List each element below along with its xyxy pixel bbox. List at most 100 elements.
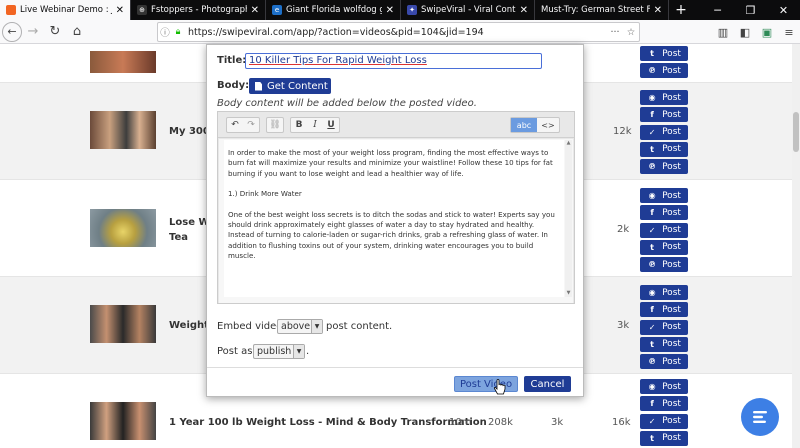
facebook-post-button[interactable]: f Post [640,302,688,318]
browser-tab[interactable]: ⊕ Fstoppers - Photography Ne ✕ [131,0,266,20]
italic-icon[interactable]: I [307,118,323,132]
underline-icon[interactable]: U [323,118,339,132]
close-window-icon[interactable]: ✕ [767,0,800,20]
hand-cursor-icon [493,379,506,395]
twitter-post-button[interactable]: ✓ Post [640,413,688,429]
info-icon[interactable]: ⓘ [158,25,172,39]
format-group: B I U [290,117,340,133]
back-button[interactable]: ← [2,21,22,42]
post-video-button[interactable]: Post Video [454,376,518,392]
editor-canvas: In order to make the most of your weight… [219,139,573,303]
twitter-post-button[interactable]: ✓ Post [640,319,688,335]
chat-widget-button[interactable] [741,398,779,436]
twitter-post-button[interactable]: ✓ Post [640,124,688,140]
views-count: 10m [449,417,472,428]
browser-tab[interactable]: Must-Try: German Street Food! ✕ [535,0,669,20]
title-label: Title: [217,55,247,66]
video-thumbnail[interactable] [90,209,156,247]
sidebar-icon[interactable]: ◧ [734,21,756,43]
video-thumbnail[interactable] [90,402,156,440]
video-thumbnail[interactable] [90,305,156,343]
pinterest-post-button[interactable]: ℗ Post [640,63,688,79]
html-mode-button[interactable]: <> [537,118,559,132]
document-icon [255,81,262,91]
twitter-post-button[interactable]: ✓ Post [640,222,688,238]
redo-icon[interactable]: ↷ [243,118,259,132]
bookmark-star-icon[interactable]: ☆ [623,27,639,38]
video-title[interactable]: 1 Year 100 lb Weight Loss - Mind & Body … [169,417,487,428]
tumblr-post-button[interactable]: t Post [640,239,688,255]
forward-button[interactable]: → [22,21,44,43]
post-video-dialog: Title: 10 Killer Tips For Rapid Weight L… [206,44,584,397]
rss-post-button[interactable]: ◉ Post [640,379,688,394]
tumblr-post-button[interactable]: t Post [640,46,688,61]
shares-count: 16k [612,417,631,428]
share-buttons: ◉ Post f Post ✓ Post t Post ℗ Post [640,90,688,176]
editor-scrollbar[interactable]: ▲ ▼ [565,140,572,297]
video-thumbnail[interactable] [90,51,156,73]
post-status-select[interactable]: publish ▼ [253,344,305,359]
editor-paragraph: 1.) Drink More Water [228,189,302,199]
close-tab-icon[interactable]: ✕ [386,5,394,16]
history-group: ↶ ↷ [226,117,260,133]
browser-tab[interactable]: ✦ SwipeViral - Viral Content at ✕ [401,0,535,20]
pinterest-post-button[interactable]: ℗ Post [640,257,688,273]
facebook-post-button[interactable]: f Post [640,107,688,123]
video-thumbnail[interactable] [90,111,156,149]
close-tab-icon[interactable]: ✕ [654,5,662,16]
cancel-button[interactable]: Cancel [524,376,571,392]
toolbar-right: ▥ ◧ ▣ ≡ [712,20,800,44]
reload-button[interactable]: ↻ [44,21,66,43]
restore-icon[interactable]: ❐ [734,0,767,20]
close-tab-icon[interactable]: ✕ [251,5,259,16]
tumblr-icon: t [650,339,654,349]
scroll-up-icon[interactable]: ▲ [565,140,572,147]
tumblr-post-button[interactable]: t Post [640,336,688,352]
tab-title: Fstoppers - Photography Ne [151,5,247,15]
video-title-line2[interactable]: Tea [169,232,188,243]
title-input[interactable]: 10 Killer Tips For Rapid Weight Loss [245,53,542,69]
extension-icon[interactable]: ▣ [756,21,778,43]
link-icon[interactable]: ⛓ [267,118,283,132]
editor-content[interactable]: In order to make the most of your weight… [224,140,564,297]
bold-icon[interactable]: B [291,118,307,132]
tumblr-post-button[interactable]: t Post [640,141,688,157]
visual-mode-button[interactable]: abc [511,118,537,132]
rss-post-button[interactable]: ◉ Post [640,285,688,300]
pinterest-icon: ℗ [648,357,657,367]
undo-icon[interactable]: ↶ [227,118,243,132]
tumblr-post-button[interactable]: t Post [640,430,688,446]
tab-favicon-icon [6,5,16,15]
scrollbar-thumb[interactable] [793,112,799,152]
embed-position-select[interactable]: above ▼ [277,319,323,334]
rss-post-button[interactable]: ◉ Post [640,188,688,203]
share-buttons: ◉ Post f Post ✓ Post t Post ℗ Post [640,285,688,371]
page-scrollbar[interactable] [792,44,800,448]
home-button[interactable]: ⌂ [66,21,88,43]
rss-post-button[interactable]: ◉ Post [640,90,688,105]
minimize-icon[interactable]: ─ [701,0,734,20]
new-tab-button[interactable]: + [669,0,693,20]
pinterest-icon: ℗ [648,66,657,76]
menu-icon[interactable]: ≡ [778,21,800,43]
get-content-button[interactable]: Get Content [249,78,331,94]
pinterest-post-button[interactable]: ℗ Post [640,159,688,175]
browser-tab[interactable]: e Giant Florida wolfdog goes ✕ [266,0,401,20]
pinterest-post-button[interactable]: ℗ Post [640,354,688,370]
close-tab-icon[interactable]: ✕ [116,5,124,16]
library-icon[interactable]: ▥ [712,21,734,43]
editor-toolbar: ↶ ↷ ⛓ B I U abc <> [218,112,574,138]
facebook-post-button[interactable]: f Post [640,205,688,221]
tab-title: Giant Florida wolfdog goes [286,5,382,15]
shares-count: 2k [617,224,630,235]
address-bar[interactable]: ⓘ 🔒︎ https://swipeviral.com/app/?action=… [157,22,640,42]
close-tab-icon[interactable]: ✕ [520,5,528,16]
url-text[interactable]: https://swipeviral.com/app/?action=video… [184,27,607,38]
page-actions-icon[interactable]: ··· [607,27,623,38]
tab-favicon-icon: e [272,5,282,15]
tab-title: SwipeViral - Viral Content at [421,5,516,15]
pinterest-icon: ℗ [648,260,657,270]
browser-tab[interactable]: Live Webinar Demo : Job Videos ✕ [0,0,131,20]
scroll-down-icon[interactable]: ▼ [565,290,572,297]
facebook-post-button[interactable]: f Post [640,396,688,412]
